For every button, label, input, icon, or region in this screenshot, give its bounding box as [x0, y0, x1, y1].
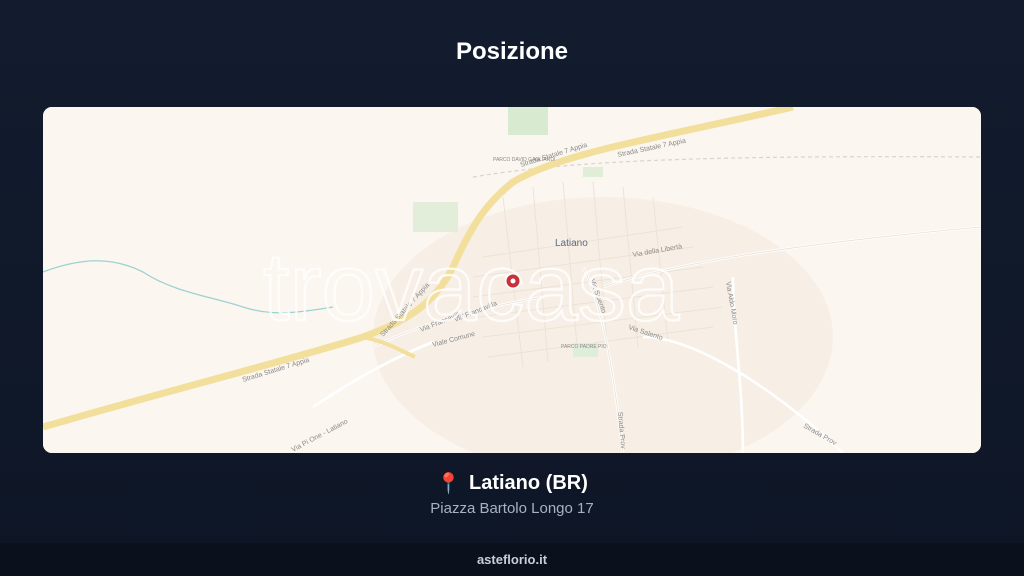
green-area [413, 202, 458, 232]
page-title: Posizione [455, 38, 569, 65]
map[interactable]: Strada Statale 7 Appia Strada Statale 7 … [43, 107, 981, 453]
park-label-north: PARCO DAVID GAGLIARDI [493, 157, 555, 163]
location-pin-icon[interactable] [505, 273, 521, 289]
town-label: Latiano [555, 238, 588, 249]
park-north-green [508, 107, 548, 135]
park-label-south: PARCO PADRE PIO [561, 344, 607, 350]
location-address: Piazza Bartolo Longo 17 [430, 500, 594, 517]
location-header: 📍 Latiano (BR) [0, 472, 1024, 495]
round-pushpin-icon: 📍 [436, 472, 461, 495]
map-watermark: trovacasa [263, 234, 680, 341]
map-canvas[interactable]: Strada Statale 7 Appia Strada Statale 7 … [43, 107, 981, 453]
location-name: Latiano (BR) [469, 472, 588, 494]
footer: asteflorio.it [0, 543, 1024, 576]
green-area-2 [583, 167, 603, 177]
footer-brand[interactable]: asteflorio.it [477, 552, 547, 567]
